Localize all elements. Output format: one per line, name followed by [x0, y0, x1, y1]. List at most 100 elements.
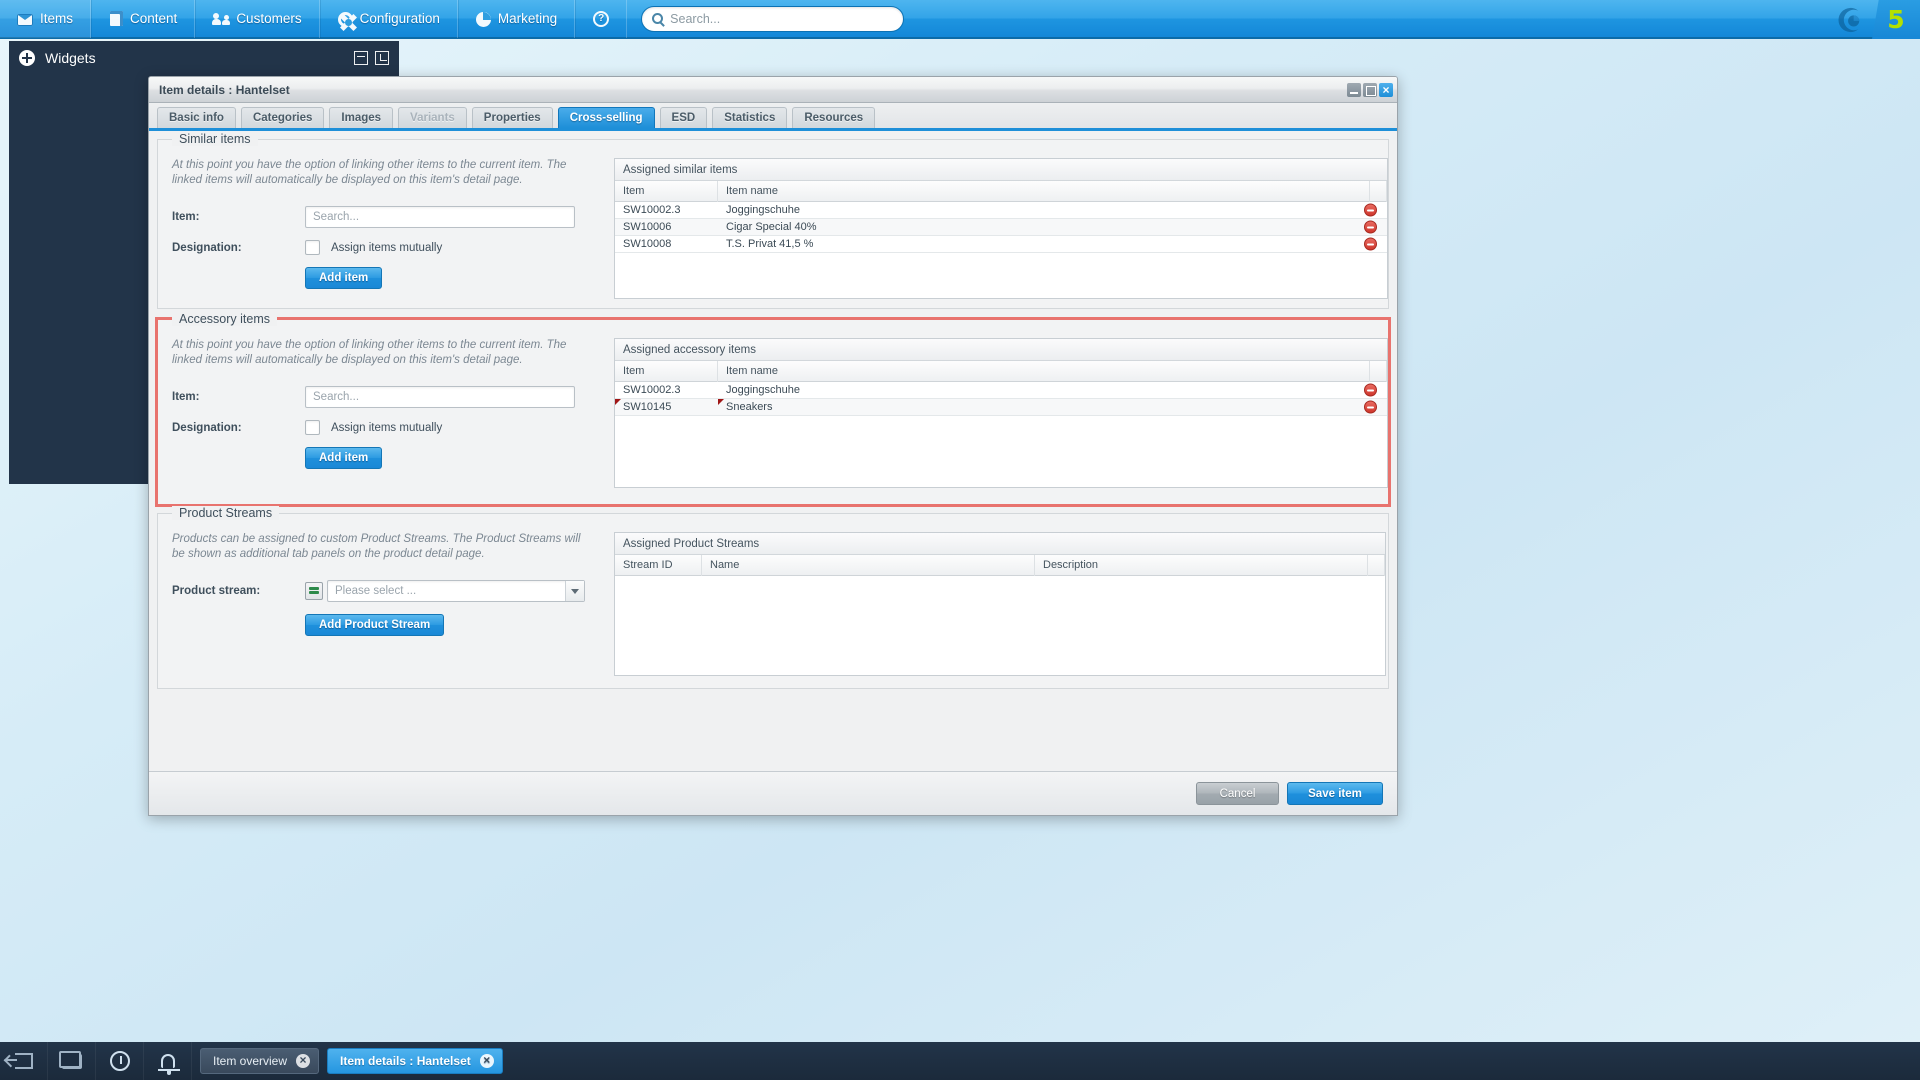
tab-properties[interactable]: Properties: [471, 107, 553, 128]
accessory-item-row: Item:: [172, 386, 592, 408]
accessory-designation-label: Designation:: [172, 421, 242, 434]
logout-button[interactable]: [0, 1042, 48, 1080]
close-icon[interactable]: [296, 1052, 311, 1068]
tab-resources[interactable]: Resources: [792, 107, 876, 128]
tab-statistics[interactable]: Statistics: [712, 107, 788, 128]
taskbar: Item overview Item details : Hantelset: [0, 1042, 1920, 1080]
accessory-add-item-button[interactable]: Add item: [305, 447, 383, 469]
tab-basic-info[interactable]: Basic info: [157, 107, 236, 128]
taskbar-item-item-overview[interactable]: Item overview: [200, 1048, 320, 1074]
widgets-panel-title: Widgets: [45, 49, 96, 66]
table-row[interactable]: SW10002.3 Joggingschuhe: [615, 202, 1387, 219]
similar-assign-mutually-checkbox[interactable]: [305, 240, 320, 255]
menu-item-customers[interactable]: Customers: [195, 0, 320, 38]
tab-images[interactable]: Images: [329, 107, 394, 128]
menu-item-items[interactable]: Items: [0, 0, 92, 38]
similar-add-item-button[interactable]: Add item: [305, 267, 383, 289]
taskbar-item-item-details[interactable]: Item details : Hantelset: [327, 1048, 503, 1074]
delete-row-button[interactable]: [1364, 220, 1377, 234]
similar-assign-mutually-label: Assign items mutually: [331, 241, 443, 254]
accessory-designation-row: Designation: Assign items mutually: [172, 420, 592, 435]
close-icon[interactable]: [1379, 82, 1393, 97]
menu-item-content[interactable]: Content: [91, 0, 196, 38]
similar-items-form: At this point you have the option of lin…: [172, 158, 592, 301]
cell-item: SW10002.3: [623, 203, 681, 216]
column-header-actions: [1368, 554, 1385, 576]
column-header-item[interactable]: Item: [615, 360, 718, 382]
minimize-icon[interactable]: [354, 50, 368, 65]
chevron-down-icon[interactable]: [565, 581, 584, 601]
table-row[interactable]: SW10006 Cigar Special 40%: [615, 219, 1387, 236]
brand-area: 5: [1834, 0, 1920, 39]
delete-row-button[interactable]: [1364, 383, 1377, 397]
similar-item-row: Item:: [172, 206, 592, 228]
cell-item-name: Joggingschuhe: [726, 383, 801, 396]
table-row[interactable]: SW10002.3 Joggingschuhe: [615, 382, 1387, 399]
column-header-stream-id[interactable]: Stream ID: [615, 554, 702, 576]
similar-add-row: Add item: [305, 267, 592, 289]
shopware-logo-icon: [1838, 7, 1860, 32]
clock-icon: [109, 1051, 130, 1071]
delete-row-button[interactable]: [1364, 400, 1377, 414]
menu-item-configuration[interactable]: Configuration: [319, 0, 458, 38]
popout-icon[interactable]: [375, 50, 389, 65]
notifications-button[interactable]: [144, 1042, 192, 1080]
product-streams-legend: Product Streams: [172, 506, 280, 520]
accessory-assign-mutually-label: Assign items mutually: [331, 421, 443, 434]
window-switcher-button[interactable]: [48, 1042, 96, 1080]
minimize-icon[interactable]: [1347, 82, 1361, 97]
column-header-description[interactable]: Description: [1035, 554, 1368, 576]
column-header-actions: [1370, 360, 1387, 382]
accessory-items-grid-wrap: Assigned accessory items Item Item name …: [614, 338, 1388, 488]
table-row[interactable]: SW10145 Sneakers: [615, 398, 1387, 416]
cell-item-name: Sneakers: [718, 398, 1370, 416]
add-product-stream-button[interactable]: Add Product Stream: [305, 614, 445, 636]
tab-cross-selling[interactable]: Cross-selling: [557, 107, 655, 128]
table-row[interactable]: SW10008 T.S. Privat 41,5 %: [615, 236, 1387, 253]
product-stream-label: Product stream:: [172, 585, 261, 597]
help-icon: [593, 10, 610, 27]
tab-esd[interactable]: ESD: [659, 107, 708, 128]
product-stream-select[interactable]: Please select ...: [327, 580, 585, 602]
search-input[interactable]: [670, 11, 894, 26]
search-icon: [652, 13, 664, 24]
dialog-titlebar[interactable]: Item details : Hantelset: [149, 77, 1397, 103]
close-icon[interactable]: [479, 1052, 494, 1068]
delete-row-button[interactable]: [1364, 237, 1377, 251]
column-header-item-name[interactable]: Item name: [718, 360, 1370, 382]
menu-item-label: Content: [130, 11, 178, 26]
plus-circle-icon[interactable]: [19, 49, 35, 66]
maximize-icon[interactable]: [1363, 82, 1377, 97]
menu-item-marketing[interactable]: Marketing: [457, 0, 576, 38]
similar-item-search-input[interactable]: [305, 206, 575, 228]
accessory-item-label: Item:: [172, 391, 200, 403]
delete-row-button[interactable]: [1364, 203, 1377, 217]
accessory-assign-mutually-checkbox[interactable]: [305, 420, 320, 435]
column-header-actions: [1370, 180, 1387, 202]
accessory-items-legend: Accessory items: [172, 312, 277, 326]
column-header-item[interactable]: Item: [615, 180, 718, 202]
menu-item-help[interactable]: [575, 0, 628, 38]
column-header-name[interactable]: Name: [702, 554, 1035, 576]
gear-icon: [337, 11, 353, 27]
cell-item: SW10006: [623, 220, 672, 233]
product-stream-row: Product stream: Please select ...: [172, 580, 592, 602]
content-icon: [110, 11, 124, 26]
product-stream-selected-value: Please select ...: [335, 585, 417, 597]
cell-item-name: Joggingschuhe: [726, 203, 801, 216]
tab-categories[interactable]: Categories: [240, 107, 325, 128]
bell-icon: [157, 1054, 180, 1075]
similar-items-grid-wrap: Assigned similar items Item Item name SW…: [614, 158, 1388, 301]
global-search-box[interactable]: [641, 5, 905, 32]
widgets-panel-header: Widgets: [9, 41, 399, 74]
accessory-item-search-input[interactable]: [305, 386, 575, 408]
menu-item-label: Marketing: [497, 11, 558, 26]
cancel-button[interactable]: Cancel: [1196, 782, 1279, 805]
grid-caption: Assigned Product Streams: [615, 533, 1385, 555]
accessory-items-form: At this point you have the option of lin…: [172, 338, 592, 488]
pie-chart-icon: [475, 11, 491, 27]
save-item-button[interactable]: Save item: [1287, 782, 1383, 805]
clock-button[interactable]: [96, 1042, 144, 1080]
desktop-background: Items Content Customers Configuration Ma…: [0, 0, 1920, 1080]
column-header-item-name[interactable]: Item name: [718, 180, 1370, 202]
